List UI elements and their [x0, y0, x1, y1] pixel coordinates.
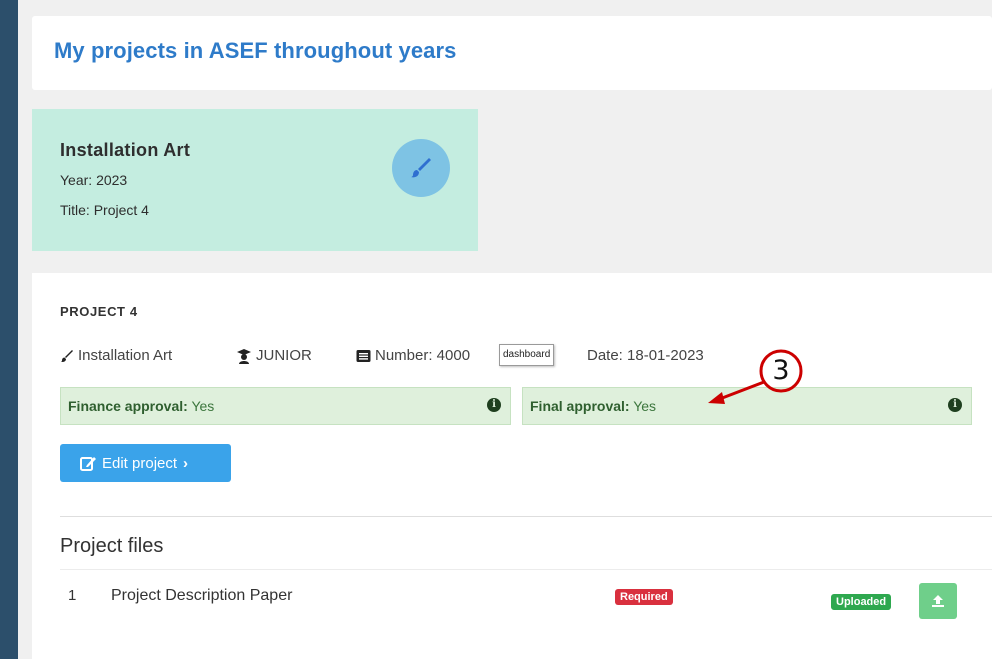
project-card-title: Title: Project 4 [60, 202, 149, 218]
finance-approval-box: Finance approval: Yes i [60, 387, 511, 425]
project-files-heading: Project files [60, 535, 164, 557]
divider [60, 569, 992, 570]
meta-date-label: Date: 18-01-2023 [587, 347, 704, 364]
meta-number: Number: 4000 [356, 347, 470, 364]
edit-project-label: Edit project [102, 454, 178, 472]
chevron-right-icon: › [183, 454, 189, 472]
edit-icon [80, 457, 96, 471]
list-icon [356, 349, 371, 362]
graduate-icon [237, 348, 251, 364]
project-detail-card: PROJECT 4 Installation Art JUNIOR Number… [32, 273, 992, 659]
project-heading: PROJECT 4 [60, 304, 138, 319]
meta-number-label: Number: 4000 [375, 347, 471, 364]
meta-date: Date: 18-01-2023 [587, 347, 704, 364]
meta-category-label: Installation Art [78, 347, 173, 364]
app-main: My projects in ASEF throughout years Ins… [18, 0, 992, 659]
meta-level: JUNIOR [236, 347, 312, 364]
finance-approval-label: Finance approval: [68, 398, 188, 414]
meta-category: Installation Art [60, 347, 172, 364]
info-icon[interactable]: i [948, 398, 962, 412]
required-badge: Required [615, 589, 673, 605]
project-card-installation-art[interactable]: Installation Art Year: 2023 Title: Proje… [32, 109, 478, 251]
file-number: 1 [68, 587, 77, 604]
finance-approval-value: Yes [191, 398, 215, 414]
final-approval-box: Final approval: Yes i [522, 387, 972, 425]
page-title: My projects in ASEF throughout years [54, 38, 457, 63]
upload-icon [932, 595, 944, 607]
paintbrush-icon [392, 139, 450, 197]
project-card-year: Year: 2023 [60, 172, 128, 188]
uploaded-badge: Uploaded [831, 594, 892, 610]
paintbrush-icon [61, 349, 73, 362]
meta-level-label: JUNIOR [256, 347, 312, 364]
info-icon[interactable]: i [487, 398, 501, 412]
final-approval-value: Yes [633, 398, 657, 414]
annotation-number: 3 [772, 355, 790, 386]
project-card-category: Installation Art [60, 140, 191, 160]
dashboard-tooltip: dashboard [499, 344, 555, 366]
header-card: My projects in ASEF throughout years [32, 16, 992, 90]
final-approval-label: Final approval: [530, 398, 630, 414]
divider [60, 516, 992, 517]
edit-project-button[interactable]: Edit project › [60, 444, 231, 482]
upload-button[interactable] [919, 583, 957, 619]
file-name: Project Description Paper [111, 587, 293, 604]
